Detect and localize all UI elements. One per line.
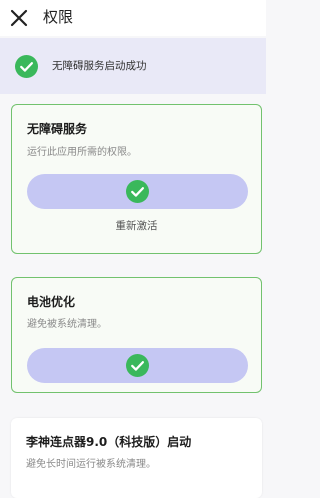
reactivate-link[interactable]: 重新激活: [12, 219, 261, 233]
accessibility-service-card: 无障碍服务 运行此应用所需的权限。 重新激活: [11, 104, 262, 254]
autostart-card: 李神连点器9.0（科技版）启动 避免长时间运行被系统清理。: [11, 418, 262, 498]
accessibility-status-button[interactable]: [27, 174, 248, 209]
top-app-bar: 权限: [0, 0, 266, 36]
card-title: 无障碍服务: [27, 122, 88, 136]
card-description: 运行此应用所需的权限。: [27, 147, 137, 158]
card-title: 电池优化: [27, 295, 76, 309]
check-circle-icon: [126, 354, 149, 377]
banner-text: 无障碍服务启动成功: [52, 60, 147, 72]
check-circle-icon: [15, 55, 38, 78]
close-icon[interactable]: [8, 7, 30, 29]
success-banner: 无障碍服务启动成功: [0, 38, 266, 94]
battery-optimization-card: 电池优化 避免被系统清理。: [11, 277, 262, 393]
page-title: 权限: [43, 8, 74, 26]
battery-status-button[interactable]: [27, 348, 248, 383]
check-circle-icon: [126, 180, 149, 203]
card-title: 李神连点器9.0（科技版）启动: [26, 435, 192, 449]
card-description: 避免长时间运行被系统清理。: [26, 459, 156, 470]
card-description: 避免被系统清理。: [27, 319, 107, 330]
